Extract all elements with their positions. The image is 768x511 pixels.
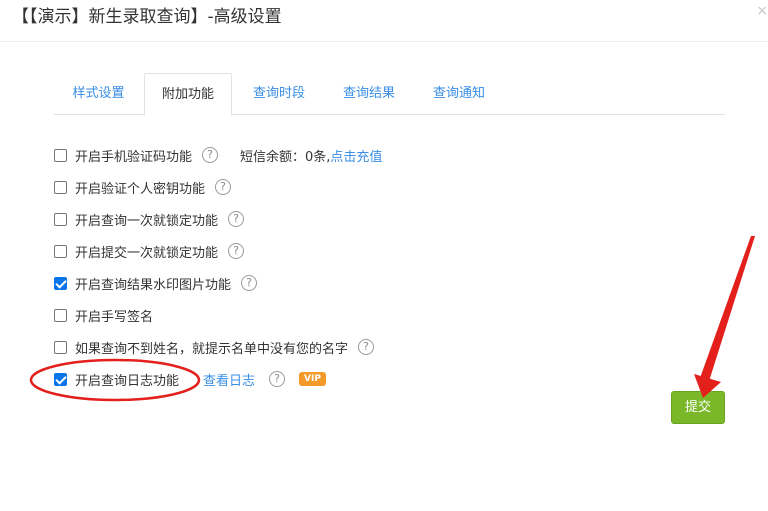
close-icon[interactable]: ×	[756, 4, 768, 18]
help-icon[interactable]: ?	[358, 339, 375, 355]
query-log-checkbox[interactable]	[54, 372, 67, 386]
sms-balance-text: 短信余额：0条,	[240, 149, 331, 165]
view-log-link[interactable]: 查看日志	[203, 370, 255, 389]
vip-badge: VIP	[299, 372, 326, 386]
help-icon[interactable]: ?	[215, 179, 232, 195]
option-personal-key: 开启验证个人密钥功能 ?	[54, 177, 232, 197]
option-label: 开启验证个人密钥功能	[75, 181, 206, 197]
option-label: 开启手机验证码功能	[75, 149, 193, 165]
lock-after-query-checkbox[interactable]	[54, 212, 67, 226]
help-icon[interactable]: ?	[269, 371, 286, 387]
help-icon[interactable]: ?	[228, 243, 245, 259]
option-lock-after-query: 开启查询一次就锁定功能 ?	[54, 209, 245, 229]
help-icon[interactable]: ?	[202, 147, 219, 163]
lock-after-submit-checkbox[interactable]	[54, 244, 67, 258]
option-handwritten-signature: 开启手写签名	[54, 305, 153, 325]
submit-button[interactable]: 提交	[671, 391, 725, 424]
sms-verification-checkbox[interactable]	[54, 148, 67, 162]
option-label: 开启手写签名	[75, 309, 154, 325]
signature-checkbox[interactable]	[54, 308, 67, 322]
option-watermark: 开启查询结果水印图片功能 ?	[54, 273, 258, 293]
option-name-not-found: 如果查询不到姓名，就提示名单中没有您的名字 ?	[54, 337, 375, 357]
option-lock-after-submit: 开启提交一次就锁定功能 ?	[54, 241, 245, 261]
help-icon[interactable]: ?	[241, 275, 258, 291]
tab-bar: 样式设置 附加功能 查询时段 查询结果 查询通知	[54, 73, 725, 116]
red-arrow-shaft	[700, 236, 755, 397]
option-label: 如果查询不到姓名，就提示名单中没有您的名字	[75, 341, 349, 357]
help-icon[interactable]: ?	[228, 211, 245, 227]
option-label: 开启查询一次就锁定功能	[75, 213, 219, 229]
option-sms-verification: 开启手机验证码功能 ? 短信余额：0条, 点击充值	[54, 145, 382, 165]
tab-query-notice[interactable]: 查询通知	[414, 73, 504, 115]
name-not-found-checkbox[interactable]	[54, 340, 67, 354]
option-label: 开启查询结果水印图片功能	[75, 277, 232, 293]
personal-key-checkbox[interactable]	[54, 180, 67, 194]
tab-style-settings[interactable]: 样式设置	[54, 73, 143, 115]
tab-extra-features[interactable]: 附加功能	[144, 73, 232, 116]
dialog-title: 【【演示】新生录取查询】-高级设置	[12, 7, 282, 27]
option-query-log: 开启查询日志功能 查看日志 ? VIP	[54, 369, 326, 389]
recharge-link[interactable]: 点击充值	[330, 146, 382, 165]
watermark-checkbox[interactable]	[54, 276, 67, 290]
option-label: 开启提交一次就锁定功能	[75, 245, 219, 261]
option-label: 开启查询日志功能	[75, 373, 180, 389]
dialog-titlebar: 【【演示】新生录取查询】-高级设置 ×	[0, 0, 768, 42]
tab-query-result[interactable]: 查询结果	[324, 73, 414, 115]
tab-query-period[interactable]: 查询时段	[234, 73, 324, 115]
